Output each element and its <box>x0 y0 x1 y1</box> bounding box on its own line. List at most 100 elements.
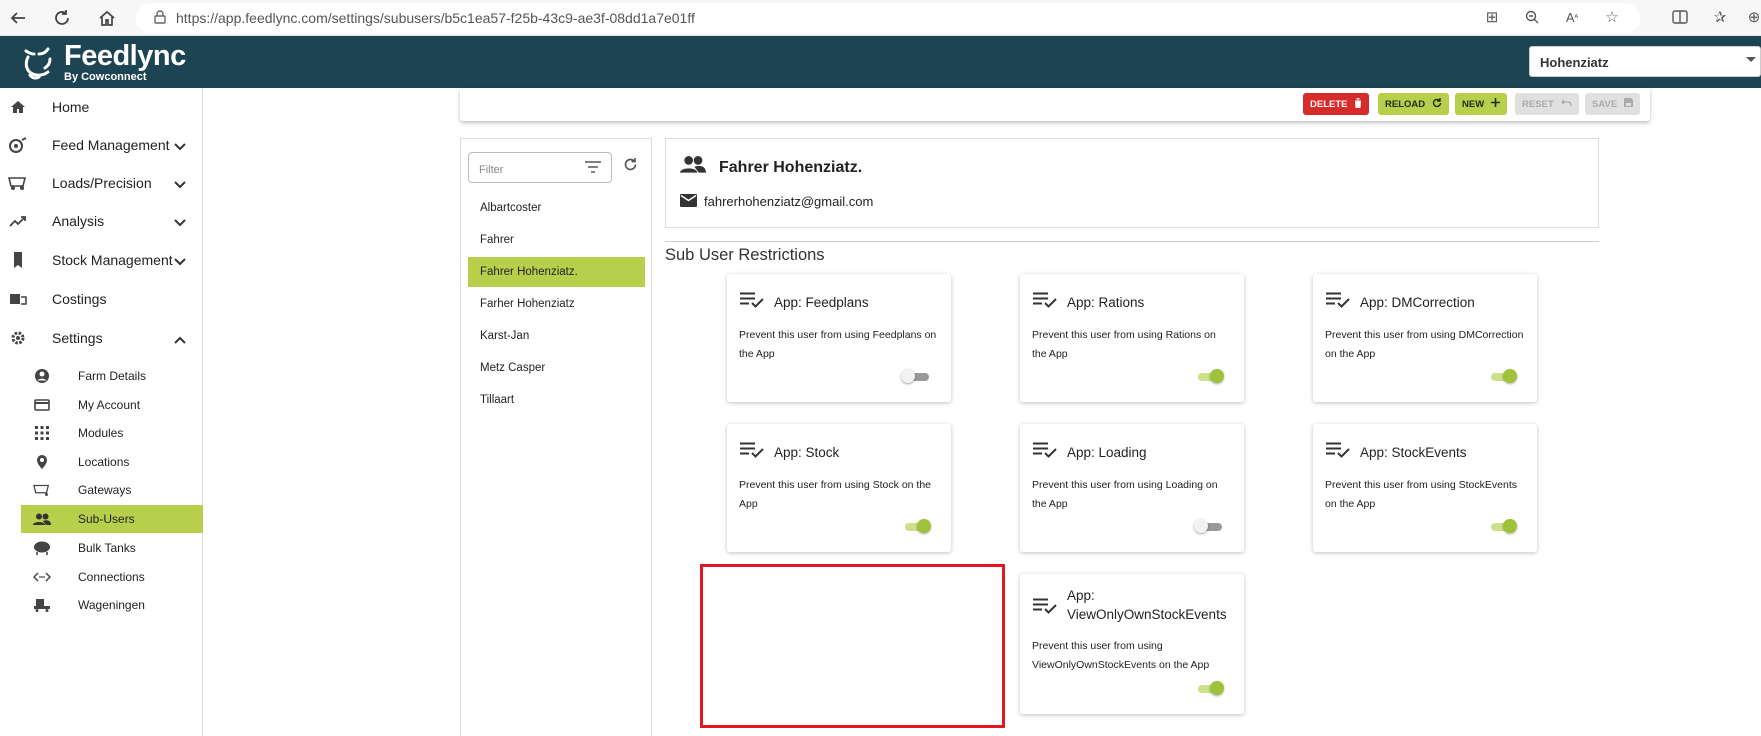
restriction-toggle[interactable] <box>1491 369 1517 383</box>
filter-icon[interactable] <box>585 161 601 176</box>
favorite-star-icon[interactable]: ☆ <box>1599 4 1625 30</box>
gear-icon <box>8 330 28 346</box>
undo-icon <box>1560 99 1572 110</box>
farm-select[interactable]: Hohenziatz <box>1529 46 1761 77</box>
home-page-icon[interactable] <box>93 4 121 32</box>
reset-button[interactable]: RESET <box>1515 93 1579 115</box>
sidebar-item-label: Home <box>52 99 90 115</box>
sidebar-item-label: Stock Management <box>52 252 173 268</box>
app-header: Feedlync By Cowconnect <box>0 36 1761 88</box>
sidebar-item-stock-management[interactable]: Stock Management <box>0 242 203 278</box>
user-list-item-selected[interactable]: Fahrer Hohenziatz. <box>468 257 645 287</box>
sidebar-item-label: Costings <box>52 291 107 307</box>
restriction-title: App: Loading <box>1067 445 1147 460</box>
playlist-check-icon <box>1033 442 1057 463</box>
restriction-toggle[interactable] <box>1194 519 1222 533</box>
sidebar-item-label: Settings <box>52 330 103 346</box>
restriction-title: App: Stock <box>774 445 840 460</box>
trend-icon <box>8 215 28 227</box>
location-pin-icon <box>33 454 51 470</box>
url-text: https://app.feedlync.com/settings/subuse… <box>176 10 695 26</box>
sidebar-subitem-gateways[interactable]: Gateways <box>21 476 203 504</box>
save-icon <box>1624 98 1634 110</box>
reload-button-label: RELOAD <box>1385 98 1426 110</box>
restriction-toggle[interactable] <box>1198 369 1224 383</box>
zoom-icon[interactable] <box>1519 4 1545 30</box>
user-list-item[interactable]: Fahrer <box>468 225 645 255</box>
back-icon[interactable] <box>4 4 32 32</box>
sidebar-item-costings[interactable]: Costings <box>0 281 203 317</box>
user-list-item[interactable]: Karst-Jan <box>468 321 645 351</box>
filter-placeholder: Filter <box>479 164 504 176</box>
farm-select-value: Hohenziatz <box>1540 55 1609 70</box>
playlist-check-icon <box>740 442 764 463</box>
sub-user-name: Fahrer Hohenziatz. <box>719 159 863 176</box>
sidebar-item-feed-management[interactable]: Feed Management <box>0 127 203 163</box>
restriction-toggle[interactable] <box>1491 519 1517 533</box>
restriction-toggle[interactable] <box>905 519 931 533</box>
sidebar-item-home[interactable]: Home <box>0 89 203 125</box>
sub-user-list: Filter Albartcoster Fahrer Fahrer Hohenz… <box>460 138 652 736</box>
restriction-toggle[interactable] <box>1198 681 1224 695</box>
sidebar-item-label: Feed Management <box>52 137 170 153</box>
people-icon <box>33 513 51 525</box>
playlist-check-icon <box>1033 598 1057 619</box>
save-button[interactable]: SAVE <box>1585 93 1641 115</box>
sidebar-subitem-farm-details[interactable]: Farm Details <box>21 362 203 390</box>
app-available-icon[interactable]: ⊞ <box>1479 4 1505 30</box>
sidebar-subitem-bulk-tanks[interactable]: Bulk Tanks <box>21 534 203 562</box>
restriction-description: Prevent this user from using ViewOnlyOwn… <box>1032 640 1210 671</box>
sidebar-subitem-locations[interactable]: Locations <box>21 448 203 476</box>
plus-icon <box>1491 98 1501 110</box>
sidebar-subitem-my-account[interactable]: My Account <box>21 391 203 419</box>
favorites-icon[interactable]: ✰ <box>1707 4 1733 30</box>
user-list-item[interactable]: Albartcoster <box>468 193 645 223</box>
chevron-down-icon <box>174 214 186 230</box>
user-list-item[interactable]: Tillaart <box>468 385 645 415</box>
lock-icon <box>154 9 166 27</box>
grid-icon <box>33 426 51 440</box>
refresh-list-icon[interactable] <box>623 157 638 177</box>
wageningen-icon <box>33 598 51 612</box>
sidebar-subitem-wageningen[interactable]: Wageningen <box>21 591 203 619</box>
sidebar-item-settings[interactable]: Settings <box>0 320 203 356</box>
new-button[interactable]: NEW <box>1455 93 1508 115</box>
sidebar-subitem-modules[interactable]: Modules <box>21 419 203 447</box>
sidebar-item-loads-precision[interactable]: Loads/Precision <box>0 165 203 201</box>
address-bar[interactable]: https://app.feedlync.com/settings/subuse… <box>136 3 1640 33</box>
delete-button[interactable]: DELETE <box>1303 93 1370 115</box>
user-list-item[interactable]: Farher Hohenziatz <box>468 289 645 319</box>
restrictions-title: Sub User Restrictions <box>665 246 825 264</box>
restriction-title: App: ViewOnlyOwnStockEvents <box>1067 588 1227 622</box>
tank-icon <box>33 541 51 555</box>
silo-icon <box>8 251 28 269</box>
user-list-item[interactable]: Metz Casper <box>468 353 645 383</box>
sidebar-subitem-connections[interactable]: Connections <box>21 563 203 591</box>
gateway-icon <box>33 483 51 497</box>
sidebar-subitem-sub-users[interactable]: Sub-Users <box>21 505 203 533</box>
restriction-toggle[interactable] <box>901 369 929 383</box>
feedlync-logo[interactable]: Feedlync By Cowconnect <box>20 42 186 83</box>
chevron-down-icon <box>174 138 186 154</box>
people-icon <box>680 155 706 178</box>
costings-icon <box>8 292 28 306</box>
split-screen-icon[interactable] <box>1667 4 1693 30</box>
sidebar-subitem-label: Locations <box>78 455 130 469</box>
dropdown-caret-icon <box>1746 57 1756 62</box>
filter-input[interactable]: Filter <box>468 152 612 183</box>
read-aloud-icon[interactable]: Aᴬ <box>1559 4 1585 30</box>
restriction-description: Prevent this user from using Feedplans o… <box>739 329 937 360</box>
restriction-card-stockevents: App: StockEvents Prevent this user from … <box>1313 424 1537 552</box>
restriction-title: App: Rations <box>1067 295 1145 310</box>
section-divider <box>665 241 1599 242</box>
collections-icon[interactable]: ⊕ <box>1747 4 1761 30</box>
sidebar-subitem-label: Sub-Users <box>78 512 135 526</box>
playlist-check-icon <box>1326 442 1350 463</box>
reload-button[interactable]: RELOAD <box>1378 93 1450 115</box>
sidebar-subitem-label: Bulk Tanks <box>78 541 136 555</box>
refresh-page-icon[interactable] <box>48 4 76 32</box>
sidebar-item-analysis[interactable]: Analysis <box>0 203 203 239</box>
playlist-check-icon <box>1326 292 1350 313</box>
sidebar-subitem-label: Modules <box>78 426 124 440</box>
restriction-title: App: StockEvents <box>1360 445 1467 460</box>
